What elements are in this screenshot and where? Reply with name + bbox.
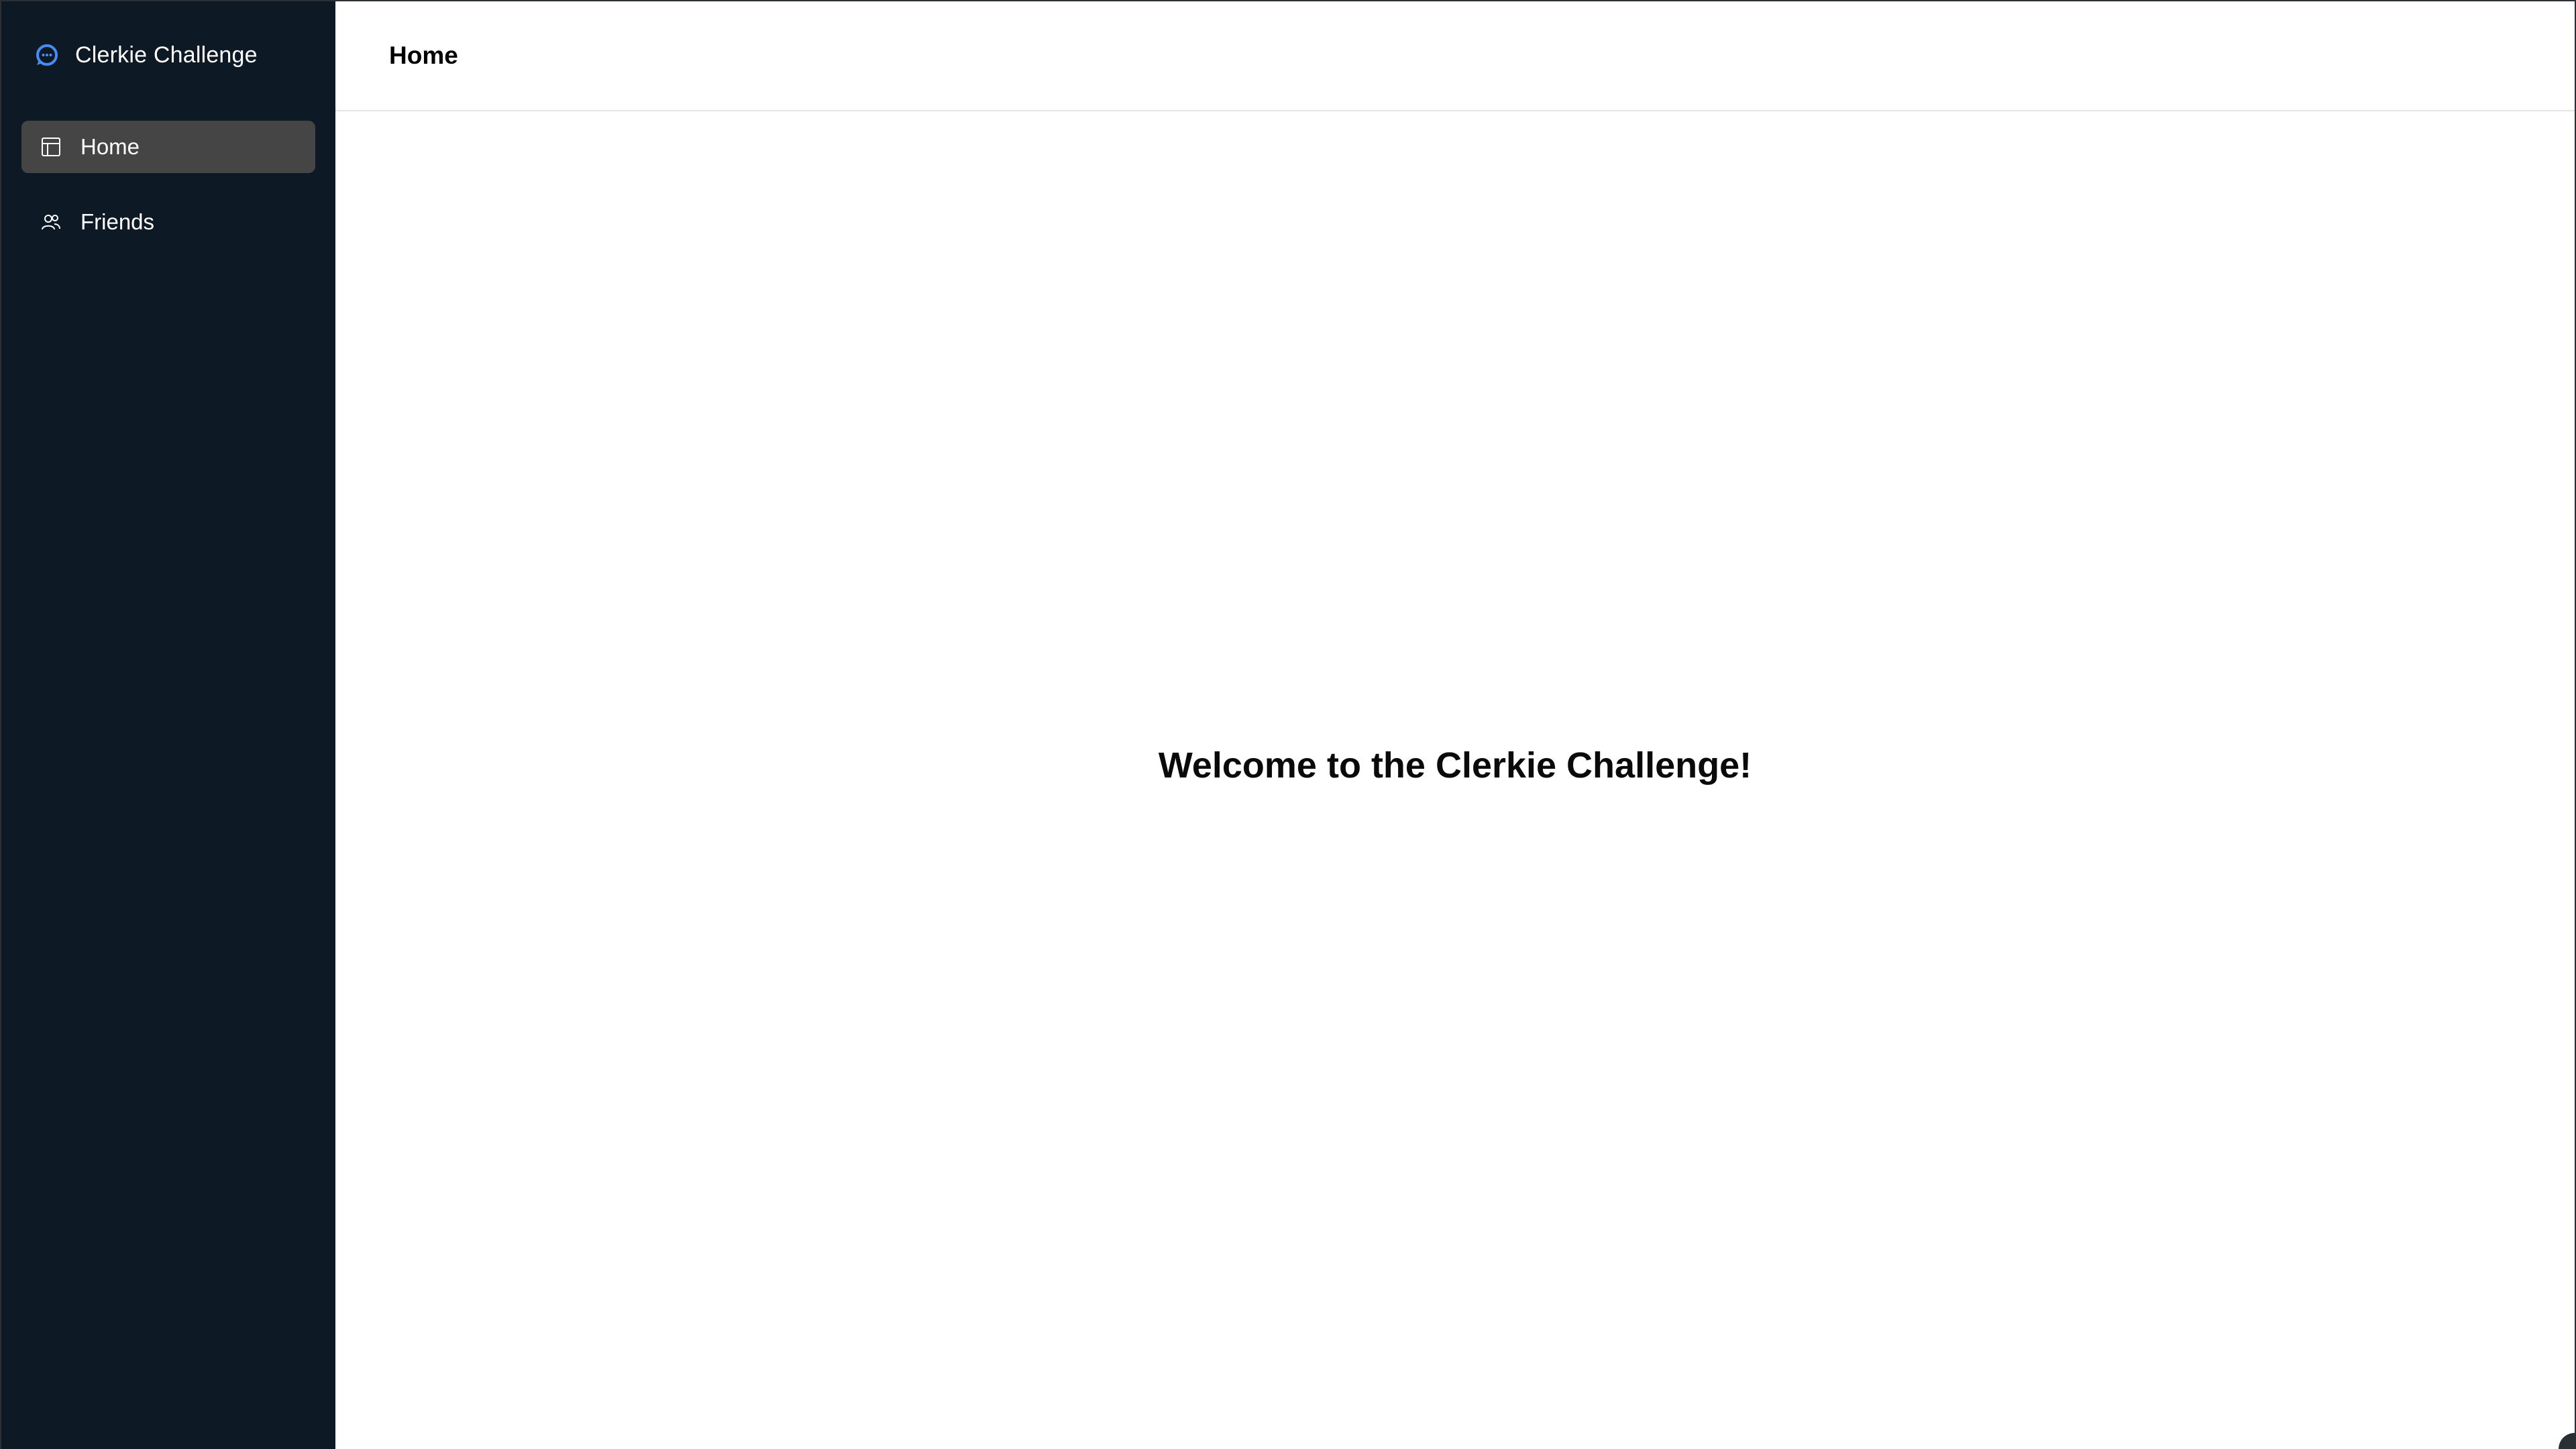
top-bar: Home [335, 1, 2575, 111]
main-content: Welcome to the Clerkie Challenge! [335, 111, 2575, 1449]
sidebar: Clerkie Challenge Home Friends [0, 1, 335, 1449]
welcome-heading: Welcome to the Clerkie Challenge! [1158, 745, 1752, 786]
sidebar-nav: Home Friends [21, 121, 315, 248]
sidebar-item-label: Friends [80, 209, 155, 234]
brand-title: Clerkie Challenge [75, 42, 258, 68]
sidebar-item-home[interactable]: Home [21, 121, 315, 173]
sidebar-item-label: Home [80, 134, 140, 159]
layout-icon [39, 135, 63, 159]
brand[interactable]: Clerkie Challenge [21, 1, 315, 109]
main-panel: Home Welcome to the Clerkie Challenge! [335, 1, 2576, 1449]
page-title: Home [389, 42, 458, 69]
chat-bubble-logo-icon [34, 42, 60, 68]
users-icon [39, 210, 63, 234]
app-window: Clerkie Challenge Home Friends Home Welc… [0, 0, 2576, 1449]
sidebar-item-friends[interactable]: Friends [21, 196, 315, 248]
